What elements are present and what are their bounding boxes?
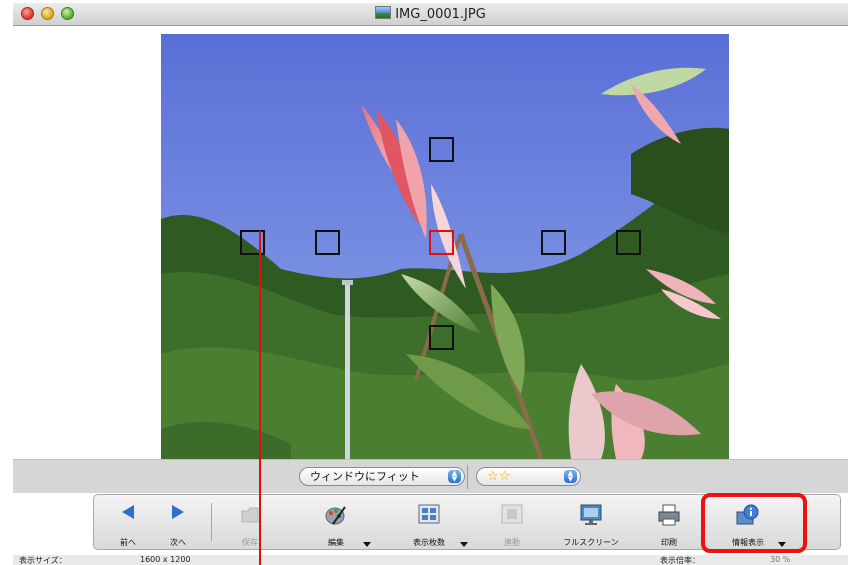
image-viewer-area xyxy=(13,26,848,459)
sync-icon xyxy=(501,504,523,524)
next-button[interactable]: 次へ xyxy=(160,495,196,550)
info-button-highlight xyxy=(701,493,807,553)
af-point-center xyxy=(429,230,454,255)
display-count-dropdown-arrow[interactable] xyxy=(460,542,468,547)
link-label: 連動 xyxy=(504,538,520,547)
fullscreen-monitor-icon xyxy=(580,504,602,525)
edit-button[interactable]: 編集 xyxy=(316,495,356,550)
link-button[interactable]: 連動 xyxy=(492,495,532,550)
select-arrows-icon: ▲ ▼ xyxy=(564,470,577,483)
zoom-label: 表示倍率： xyxy=(660,556,700,565)
arrow-right-icon xyxy=(172,505,184,519)
next-label: 次へ xyxy=(170,538,186,547)
display-size-value: 1600 x 1200 xyxy=(140,555,191,564)
display-control-bar: ウィンドウにフィット ▲ ▼ ☆☆ ▲ ▼ xyxy=(13,459,848,493)
af-point-right-outer xyxy=(616,230,641,255)
edit-label: 編集 xyxy=(328,538,344,547)
af-point-top xyxy=(429,137,454,162)
printer-icon xyxy=(658,504,680,526)
prev-label: 前へ xyxy=(120,538,136,547)
af-point-bottom xyxy=(429,325,454,350)
af-point-callout-line xyxy=(259,231,261,565)
display-count-button[interactable]: 表示枚数 xyxy=(399,495,459,550)
prev-button[interactable]: 前へ xyxy=(110,495,146,550)
control-separator xyxy=(467,465,468,489)
rating-select[interactable]: ☆☆ ▲ ▼ xyxy=(476,467,581,486)
arrow-left-icon xyxy=(122,505,134,519)
display-size-label: 表示サイズ： xyxy=(19,556,67,565)
print-label: 印刷 xyxy=(661,538,677,547)
window-title-text: IMG_0001.JPG xyxy=(395,7,486,22)
af-point-left-inner xyxy=(315,230,340,255)
fit-to-window-select[interactable]: ウィンドウにフィット ▲ ▼ xyxy=(299,467,465,486)
af-point-right-inner xyxy=(541,230,566,255)
save-folder-icon xyxy=(241,507,259,523)
edit-dropdown-arrow[interactable] xyxy=(363,542,371,547)
viewer-window: IMG_0001.JPG ウィンドウにフィット ▲ ▼ ☆☆ ▲ ▼ 前へ 次へ… xyxy=(13,3,848,565)
photo-preview xyxy=(161,34,729,459)
print-button[interactable]: 印刷 xyxy=(649,495,689,550)
fullscreen-button[interactable]: フルスクリーン xyxy=(556,495,626,550)
window-title: IMG_0001.JPG xyxy=(13,6,848,22)
rating-select-value: ☆☆ xyxy=(487,469,511,484)
display-grid-icon xyxy=(418,504,440,524)
status-bar: 表示サイズ： 1600 x 1200 表示倍率： 30 % xyxy=(13,555,848,565)
title-bar[interactable]: IMG_0001.JPG xyxy=(13,3,848,26)
display-count-label: 表示枚数 xyxy=(413,538,445,547)
jpeg-file-icon xyxy=(375,6,392,19)
af-point-left-outer xyxy=(240,230,265,255)
save-label: 保存 xyxy=(242,538,258,547)
toolbar-separator xyxy=(211,503,212,541)
select-arrows-icon: ▲ ▼ xyxy=(448,470,461,483)
edit-palette-icon xyxy=(325,506,346,525)
zoom-value: 30 % xyxy=(770,555,791,564)
save-button[interactable]: 保存 xyxy=(230,495,270,550)
fit-select-value: ウィンドウにフィット xyxy=(310,470,420,483)
fullscreen-label: フルスクリーン xyxy=(563,538,619,547)
